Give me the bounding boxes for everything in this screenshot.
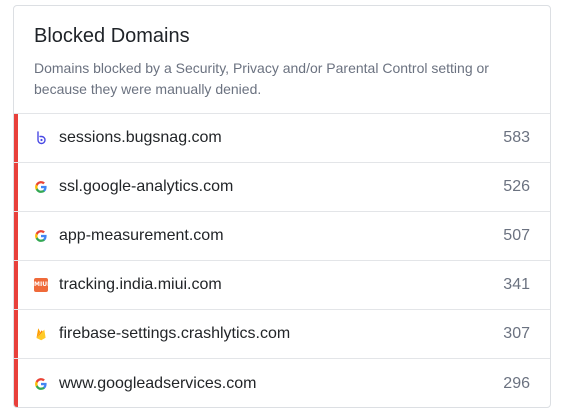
domain-row[interactable]: MIUI tracking.india.miui.com 341 bbox=[14, 261, 550, 310]
firebase-icon bbox=[34, 327, 48, 341]
card-header: Blocked Domains Domains blocked by a Sec… bbox=[14, 6, 550, 114]
google-icon bbox=[34, 377, 48, 391]
block-count: 296 bbox=[503, 374, 530, 392]
domain-name: firebase-settings.crashlytics.com bbox=[59, 325, 291, 342]
domain-name: sessions.bugsnag.com bbox=[59, 129, 222, 146]
domain-name: ssl.google-analytics.com bbox=[59, 178, 234, 195]
block-count: 526 bbox=[503, 178, 530, 195]
domain-name: www.googleadservices.com bbox=[59, 374, 257, 392]
domain-name: tracking.india.miui.com bbox=[59, 276, 222, 293]
blocked-domains-list: sessions.bugsnag.com 583 ssl.google-anal… bbox=[14, 114, 550, 407]
miui-icon: MIUI bbox=[34, 278, 49, 292]
block-count: 341 bbox=[503, 276, 530, 293]
domain-row[interactable]: ssl.google-analytics.com 526 bbox=[14, 163, 550, 212]
block-count: 307 bbox=[503, 325, 530, 342]
card-subtitle: Domains blocked by a Security, Privacy a… bbox=[34, 60, 489, 97]
domain-row[interactable]: www.googleadservices.com 296 bbox=[14, 359, 550, 407]
miui-badge: MIUI bbox=[34, 278, 49, 292]
block-count: 507 bbox=[503, 227, 530, 244]
block-count: 583 bbox=[503, 129, 530, 146]
google-icon bbox=[34, 180, 48, 194]
blocked-domains-card: Blocked Domains Domains blocked by a Sec… bbox=[13, 5, 551, 408]
domain-name: app-measurement.com bbox=[59, 227, 224, 244]
google-icon bbox=[34, 229, 48, 243]
bugsnag-icon bbox=[34, 131, 48, 145]
domain-row[interactable]: app-measurement.com 507 bbox=[14, 212, 550, 261]
domain-row[interactable]: firebase-settings.crashlytics.com 307 bbox=[14, 310, 550, 359]
card-title: Blocked Domains bbox=[34, 25, 190, 47]
domain-row[interactable]: sessions.bugsnag.com 583 bbox=[14, 114, 550, 163]
